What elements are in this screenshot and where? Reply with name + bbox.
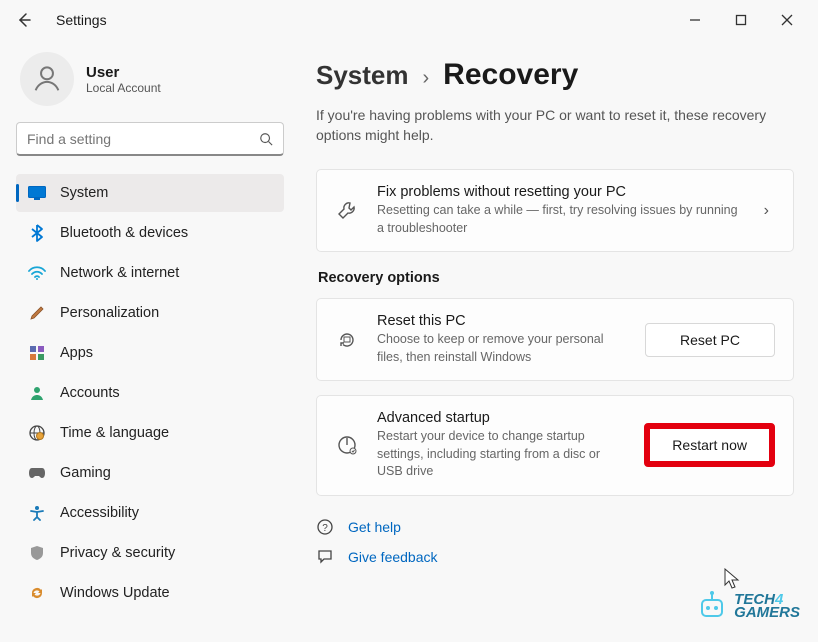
sidebar-item-label: Personalization bbox=[60, 305, 159, 321]
minimize-icon bbox=[689, 14, 701, 26]
brush-icon bbox=[28, 304, 46, 322]
monitor-icon bbox=[28, 184, 46, 202]
search-icon bbox=[259, 132, 273, 146]
sidebar-item-network[interactable]: Network & internet bbox=[16, 254, 284, 292]
card-title: Fix problems without resetting your PC bbox=[377, 184, 740, 200]
sidebar-item-apps[interactable]: Apps bbox=[16, 334, 284, 372]
arrow-left-icon bbox=[16, 12, 32, 28]
breadcrumb-parent[interactable]: System bbox=[316, 60, 409, 91]
reset-pc-button[interactable]: Reset PC bbox=[645, 323, 775, 357]
help-section: ? Get help Give feedback bbox=[316, 518, 794, 566]
help-link-text[interactable]: Get help bbox=[348, 519, 401, 535]
sidebar-item-accessibility[interactable]: Accessibility bbox=[16, 494, 284, 532]
sidebar-item-label: Bluetooth & devices bbox=[60, 225, 188, 241]
shield-icon bbox=[28, 544, 46, 562]
card-subtitle: Choose to keep or remove your personal f… bbox=[377, 331, 627, 366]
sidebar-item-label: Apps bbox=[60, 345, 93, 361]
give-feedback-link[interactable]: Give feedback bbox=[316, 548, 794, 566]
close-icon bbox=[781, 14, 793, 26]
apps-icon bbox=[28, 344, 46, 362]
sidebar-item-personalization[interactable]: Personalization bbox=[16, 294, 284, 332]
power-restart-icon bbox=[335, 434, 359, 456]
minimize-button[interactable] bbox=[672, 4, 718, 36]
restart-now-button[interactable]: Restart now bbox=[644, 423, 775, 467]
page-description: If you're having problems with your PC o… bbox=[316, 106, 794, 145]
nav: System Bluetooth & devices Network & int… bbox=[16, 174, 284, 612]
window-title: Settings bbox=[56, 12, 107, 28]
card-subtitle: Resetting can take a while — first, try … bbox=[377, 202, 740, 237]
sidebar-item-label: System bbox=[60, 185, 108, 201]
card-title: Reset this PC bbox=[377, 313, 627, 329]
globe-icon bbox=[28, 424, 46, 442]
sidebar-item-label: Privacy & security bbox=[60, 545, 175, 561]
sidebar-item-label: Accessibility bbox=[60, 505, 139, 521]
gaming-icon bbox=[28, 464, 46, 482]
sidebar-item-label: Windows Update bbox=[60, 585, 170, 601]
avatar bbox=[20, 52, 74, 106]
breadcrumb: System › Recovery bbox=[316, 58, 794, 92]
section-heading: Recovery options bbox=[318, 270, 794, 286]
user-name: User bbox=[86, 64, 161, 81]
maximize-icon bbox=[735, 14, 747, 26]
svg-text:?: ? bbox=[322, 523, 328, 534]
sidebar-item-privacy[interactable]: Privacy & security bbox=[16, 534, 284, 572]
sidebar-item-update[interactable]: Windows Update bbox=[16, 574, 284, 612]
window-controls bbox=[672, 4, 810, 36]
maximize-button[interactable] bbox=[718, 4, 764, 36]
chevron-right-icon: › bbox=[423, 67, 430, 90]
search-input[interactable] bbox=[27, 131, 259, 147]
chevron-right-icon: › bbox=[758, 202, 775, 220]
sidebar-item-system[interactable]: System bbox=[16, 174, 284, 212]
card-advanced-startup: Advanced startup Restart your device to … bbox=[316, 395, 794, 496]
user-profile[interactable]: User Local Account bbox=[16, 52, 284, 106]
sidebar-item-bluetooth[interactable]: Bluetooth & devices bbox=[16, 214, 284, 252]
card-subtitle: Restart your device to change startup se… bbox=[377, 428, 626, 481]
user-icon bbox=[30, 62, 64, 96]
bluetooth-icon bbox=[28, 224, 46, 242]
back-button[interactable] bbox=[8, 4, 40, 36]
watermark: TECH4 GAMERS bbox=[694, 588, 800, 624]
sidebar-item-label: Gaming bbox=[60, 465, 111, 481]
accessibility-icon bbox=[28, 504, 46, 522]
watermark-text-3: GAMERS bbox=[734, 606, 800, 620]
search-input-container[interactable] bbox=[16, 122, 284, 156]
update-icon bbox=[28, 584, 46, 602]
sidebar: User Local Account System Bluetooth & de… bbox=[0, 40, 300, 642]
sidebar-item-label: Time & language bbox=[60, 425, 169, 441]
main-content: System › Recovery If you're having probl… bbox=[300, 40, 818, 642]
card-fix-problems[interactable]: Fix problems without resetting your PC R… bbox=[316, 169, 794, 252]
user-account-type: Local Account bbox=[86, 81, 161, 95]
feedback-link-text[interactable]: Give feedback bbox=[348, 549, 438, 565]
card-reset-pc: Reset this PC Choose to keep or remove y… bbox=[316, 298, 794, 381]
page-title: Recovery bbox=[443, 58, 578, 92]
title-bar: Settings bbox=[0, 0, 818, 40]
get-help-link[interactable]: ? Get help bbox=[316, 518, 794, 536]
card-title: Advanced startup bbox=[377, 410, 626, 426]
sidebar-item-label: Network & internet bbox=[60, 265, 179, 281]
feedback-icon bbox=[316, 548, 334, 566]
sidebar-item-time-language[interactable]: Time & language bbox=[16, 414, 284, 452]
wifi-icon bbox=[28, 264, 46, 282]
close-button[interactable] bbox=[764, 4, 810, 36]
help-icon: ? bbox=[316, 518, 334, 536]
wrench-icon bbox=[335, 200, 359, 222]
sidebar-item-label: Accounts bbox=[60, 385, 120, 401]
person-icon bbox=[28, 384, 46, 402]
sidebar-item-accounts[interactable]: Accounts bbox=[16, 374, 284, 412]
sidebar-item-gaming[interactable]: Gaming bbox=[16, 454, 284, 492]
robot-icon bbox=[694, 588, 730, 624]
reset-icon bbox=[335, 329, 359, 351]
